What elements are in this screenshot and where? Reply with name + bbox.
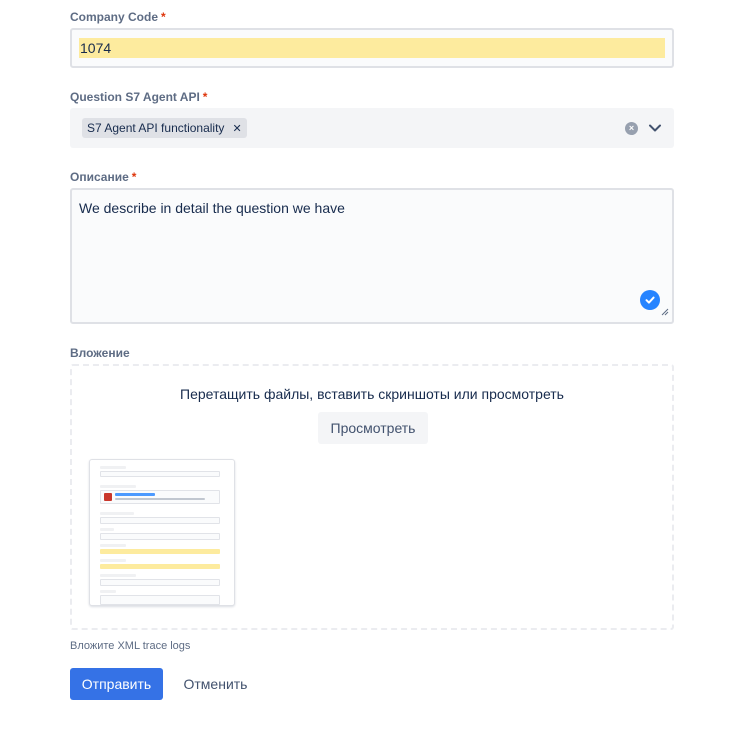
check-circle-icon: [640, 290, 660, 310]
resize-handle-icon[interactable]: [661, 303, 669, 319]
company-code-input[interactable]: 1074: [70, 28, 674, 68]
attachment-label: Вложение: [70, 346, 130, 360]
cancel-button[interactable]: Отменить: [173, 668, 258, 700]
description-textarea[interactable]: We describe in detail the question we ha…: [70, 188, 674, 324]
tag-remove-icon[interactable]: ✕: [232, 122, 241, 135]
question-label-text: Question S7 Agent API: [70, 90, 200, 104]
attachment-thumbnail[interactable]: [89, 459, 235, 606]
description-value[interactable]: We describe in detail the question we ha…: [79, 200, 345, 216]
description-label: Описание *: [70, 170, 136, 184]
required-mark: *: [161, 10, 166, 24]
company-code-label-text: Company Code: [70, 10, 159, 24]
chevron-down-icon[interactable]: [648, 121, 662, 135]
attachment-label-text: Вложение: [70, 346, 130, 360]
attachment-dropzone[interactable]: Перетащить файлы, вставить скриншоты или…: [70, 364, 674, 630]
browse-button[interactable]: Просмотреть: [318, 412, 428, 444]
selected-tag: S7 Agent API functionality ✕: [82, 118, 247, 138]
dropzone-text: Перетащить файлы, вставить скриншоты или…: [180, 386, 564, 402]
required-mark: *: [131, 170, 137, 184]
attachment-helper-text: Вложите XML trace logs: [70, 640, 191, 652]
question-select[interactable]: S7 Agent API functionality ✕ ×: [70, 108, 674, 148]
select-indicators: ×: [625, 121, 662, 135]
company-code-value[interactable]: 1074: [79, 38, 665, 58]
submit-button[interactable]: Отправить: [70, 668, 163, 700]
clear-icon[interactable]: ×: [625, 121, 638, 135]
company-code-label: Company Code *: [70, 10, 166, 24]
description-label-text: Описание: [70, 170, 129, 184]
selected-tag-label: S7 Agent API functionality: [87, 121, 225, 135]
question-label: Question S7 Agent API *: [70, 90, 207, 104]
required-mark: *: [202, 90, 208, 104]
